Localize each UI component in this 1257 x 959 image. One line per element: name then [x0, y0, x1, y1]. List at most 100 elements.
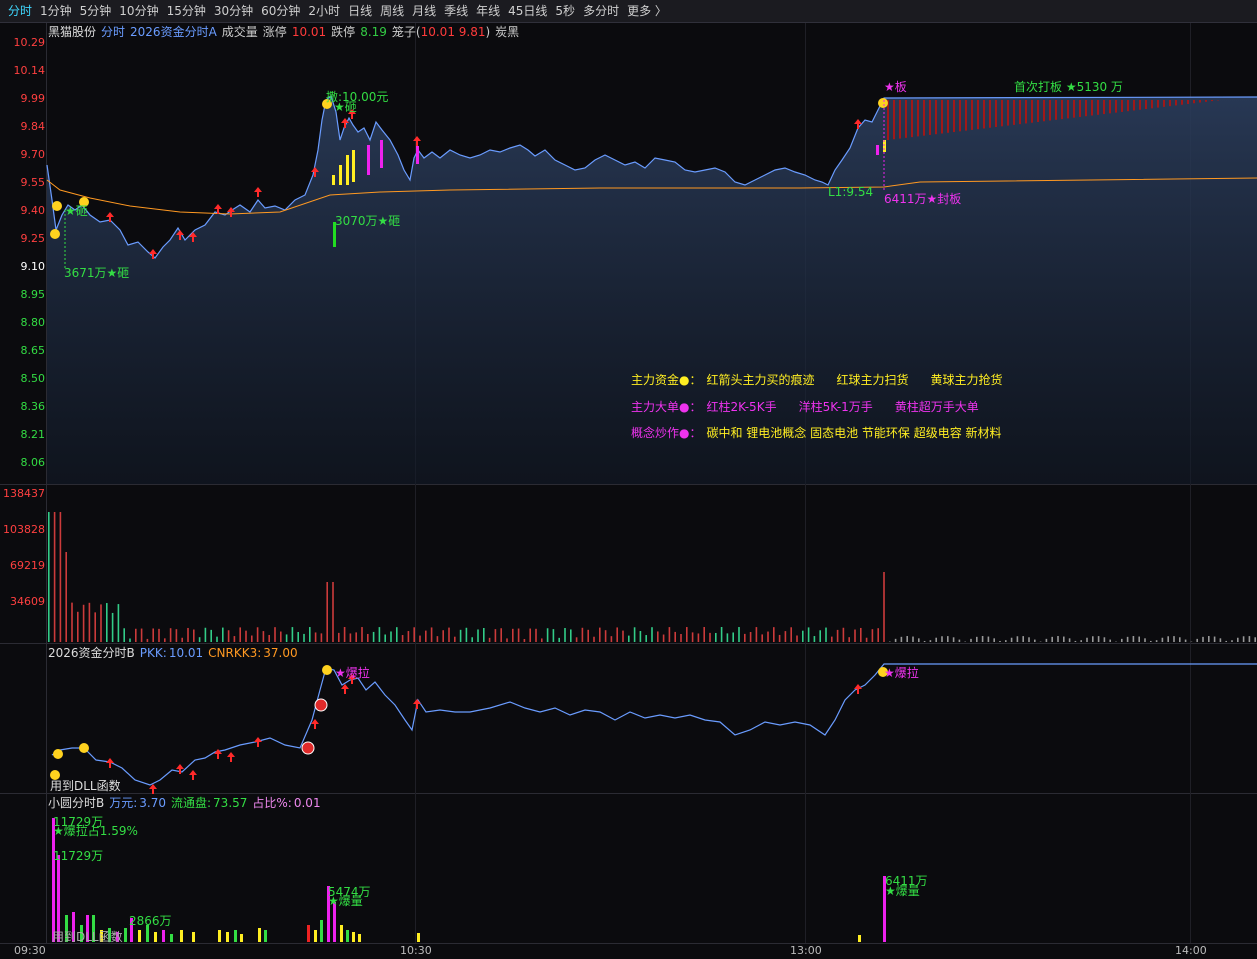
volume-bar	[842, 627, 845, 642]
volume-bar	[251, 635, 253, 642]
volume-bar	[570, 629, 572, 642]
volume-bar	[210, 629, 212, 642]
volume-bar	[1103, 637, 1106, 642]
volume-bar	[1202, 636, 1204, 642]
volume-bar	[291, 627, 294, 642]
legend-1b: 红球主力扫货	[836, 373, 909, 387]
volume-bar	[1051, 636, 1053, 642]
volume-bar	[935, 637, 937, 642]
volume-bar	[198, 637, 201, 642]
volume-bar	[987, 636, 990, 642]
volume-bar	[546, 628, 549, 642]
volume-bar	[413, 627, 415, 642]
volume-bar	[187, 627, 189, 642]
small-bar	[234, 930, 237, 942]
volume-bar	[749, 632, 752, 642]
volume-bar	[981, 636, 984, 642]
volume-bar	[332, 582, 334, 642]
small-bar	[346, 930, 349, 942]
volume-bar	[1074, 640, 1077, 642]
small-ann-a3: 11729万	[53, 849, 104, 863]
volume-bar	[1045, 638, 1048, 642]
red-arrow	[176, 764, 184, 774]
volume-bar	[1097, 636, 1100, 642]
volume-bar	[303, 633, 305, 642]
volume-bar	[796, 635, 798, 642]
red-arrow	[254, 737, 262, 747]
volume-bar	[558, 637, 560, 642]
ind-ann-b: ★爆拉	[884, 666, 919, 680]
volume-bar	[929, 640, 932, 642]
volume-bar	[628, 635, 630, 642]
small-bar	[258, 928, 261, 942]
ind-name[interactable]: 2026资金分时B	[48, 646, 135, 660]
ann-low-buy: 3671万★砸	[64, 266, 130, 280]
volume-bar	[906, 636, 908, 642]
volume-bar	[1057, 636, 1059, 642]
legend-label-2: 主力大单●：	[631, 400, 702, 414]
legend-3a: 碳中和 锂电池概念 固态电池 节能环保 超级电容 新材料	[706, 426, 1002, 440]
volume-bar	[517, 628, 520, 642]
volume-bar	[297, 631, 299, 642]
volume-bar	[506, 638, 508, 642]
volume-bar	[1016, 636, 1019, 642]
legend-row-3: 概念炒作●： 碳中和 锂电池概念 固态电池 节能环保 超级电容 新材料	[631, 426, 1007, 440]
volume-bar	[454, 636, 456, 642]
small-bar	[154, 932, 157, 942]
small-bar	[180, 930, 183, 942]
volume-bar	[1231, 640, 1233, 642]
volume-bar	[117, 604, 120, 642]
ind-ann-a: ★爆拉	[335, 666, 370, 680]
volume-bar	[320, 633, 323, 642]
time-1300: 13:00	[790, 944, 822, 957]
volume-bar	[285, 634, 288, 642]
main-force-bar	[346, 155, 349, 185]
volume-bar	[831, 636, 833, 642]
volume-bar	[662, 634, 665, 642]
volume-bar	[784, 631, 787, 642]
small-ann-b: 2866万	[129, 914, 172, 928]
volume-bar	[135, 628, 137, 642]
volume-bar	[494, 629, 497, 642]
volume-bar	[152, 628, 154, 642]
volume-bar	[169, 628, 172, 642]
small-bar	[314, 930, 317, 942]
legend-label-1: 主力资金●：	[631, 373, 702, 387]
volume-bar	[361, 627, 363, 642]
small-bar	[240, 934, 243, 942]
volume-bar	[593, 636, 595, 642]
small-bar	[192, 932, 195, 942]
volume-bar	[651, 627, 653, 642]
volume-bar	[1144, 638, 1146, 642]
small-ann-c2: ★爆量	[328, 894, 363, 908]
volume-bar	[709, 632, 711, 642]
volume-bar	[807, 627, 810, 642]
volume-bar	[581, 627, 584, 642]
volume-bar	[384, 634, 386, 642]
volume-bar	[425, 630, 427, 642]
volume-bar	[610, 636, 613, 642]
volume-bar	[48, 512, 50, 642]
volume-bar	[1167, 636, 1169, 642]
volume-bar	[1138, 636, 1140, 642]
volume-bar	[947, 636, 949, 642]
volume-bar	[483, 627, 485, 642]
volume-bar	[140, 628, 143, 642]
volume-bar	[952, 637, 955, 642]
volume-bar	[732, 632, 734, 642]
volume-bar	[216, 636, 218, 642]
volume-bar	[245, 630, 247, 642]
small-name[interactable]: 小圆分时B	[48, 796, 104, 810]
volume-bar	[1179, 637, 1181, 642]
volume-bar	[790, 627, 792, 642]
ann-seal: 6411万★封板	[884, 192, 962, 206]
volume-bar	[1092, 636, 1094, 642]
volume-bar	[552, 629, 555, 642]
volume-bar	[442, 630, 444, 642]
volume-bar	[355, 632, 357, 642]
volume-bar	[999, 640, 1001, 642]
volume-bar	[854, 629, 856, 642]
volume-bar	[349, 633, 352, 642]
volume-bar	[1028, 637, 1030, 642]
volume-bar	[923, 640, 926, 642]
